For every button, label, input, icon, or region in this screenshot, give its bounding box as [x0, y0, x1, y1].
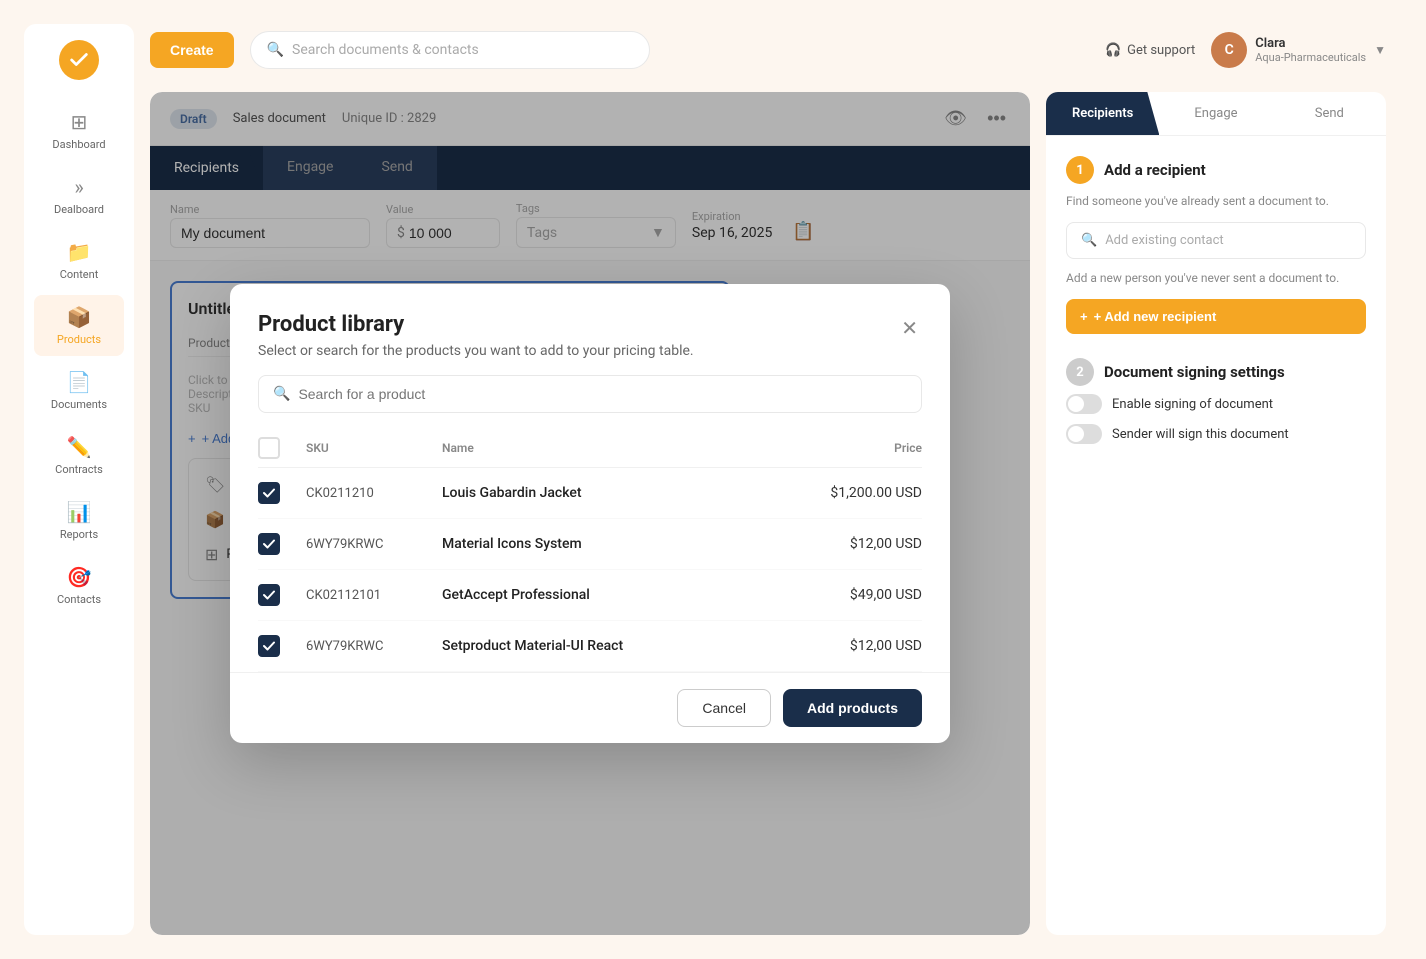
signing-title: Document signing settings — [1104, 363, 1285, 381]
sidebar-item-dashboard[interactable]: ⊞ Dashboard — [34, 100, 124, 161]
signing-settings-section: 2 Document signing settings Enable signi… — [1066, 358, 1366, 444]
row-checkbox-0[interactable] — [258, 482, 280, 504]
documents-icon: 📄 — [67, 370, 92, 394]
table-header-row: SKU Name Price — [258, 429, 922, 468]
modal-close-button[interactable]: ✕ — [897, 312, 922, 345]
row-sku-2: CK02112101 — [306, 588, 426, 603]
doc-main: Draft Sales document Unique ID : 2829 👁 … — [150, 92, 1030, 935]
plus-icon: + — [1080, 309, 1088, 324]
col-header-name: Name — [442, 441, 776, 455]
sender-sign-toggle[interactable] — [1066, 424, 1102, 444]
panel-tabs: Recipients Engage Send — [1046, 92, 1386, 136]
panel-tab-send[interactable]: Send — [1273, 92, 1386, 135]
main-content: Create 🔍 Search documents & contacts 🎧 G… — [134, 24, 1402, 935]
row-name-0: Louis Gabardin Jacket — [442, 485, 776, 501]
search-icon: 🔍 — [273, 386, 290, 402]
table-row: CK0211210 Louis Gabardin Jacket $1,200.0… — [258, 468, 922, 519]
panel-tab-recipients[interactable]: Recipients — [1046, 92, 1159, 135]
modal-search: 🔍 — [258, 375, 922, 413]
cancel-button[interactable]: Cancel — [677, 689, 771, 727]
sidebar-item-content[interactable]: 📁 Content — [34, 230, 124, 291]
new-recipient-desc: Add a new person you've never sent a doc… — [1066, 269, 1366, 287]
chevron-down-icon: ▼ — [1374, 43, 1386, 57]
row-sku-3: 6WY79KRWC — [306, 639, 426, 654]
sender-sign-row: Sender will sign this document — [1066, 424, 1366, 444]
user-details: Clara Aqua-Pharmaceuticals — [1255, 36, 1366, 64]
sidebar-item-dealboard[interactable]: » Dealboard — [34, 165, 124, 226]
app-logo[interactable] — [59, 40, 99, 80]
product-library-modal: Product library Select or search for the… — [230, 284, 950, 743]
add-recipient-section: 1 Add a recipient Find someone you've al… — [1066, 156, 1366, 334]
panel-tab-engage[interactable]: Engage — [1159, 92, 1272, 135]
topbar: Create 🔍 Search documents & contacts 🎧 G… — [150, 24, 1386, 76]
modal-subtitle: Select or search for the products you wa… — [258, 343, 694, 359]
sidebar: ⊞ Dashboard » Dealboard 📁 Content 📦 Prod… — [24, 24, 134, 935]
modal-table: SKU Name Price CK0211210 Louis Gabardin … — [230, 429, 950, 672]
row-sku-1: 6WY79KRWC — [306, 537, 426, 552]
row-price-3: $12,00 USD — [792, 638, 922, 654]
support-button[interactable]: 🎧 Get support — [1105, 43, 1195, 58]
user-menu[interactable]: C Clara Aqua-Pharmaceuticals ▼ — [1211, 32, 1386, 68]
dashboard-icon: ⊞ — [71, 110, 88, 134]
add-products-button[interactable]: Add products — [783, 689, 922, 727]
sidebar-item-reports[interactable]: 📊 Reports — [34, 490, 124, 551]
enable-signing-label: Enable signing of document — [1112, 397, 1273, 412]
search-icon: 🔍 — [1081, 233, 1097, 248]
search-icon: 🔍 — [267, 42, 284, 58]
contacts-icon: 🎯 — [67, 565, 92, 589]
create-button[interactable]: Create — [150, 32, 234, 68]
product-search-input[interactable] — [298, 386, 907, 402]
sidebar-item-documents[interactable]: 📄 Documents — [34, 360, 124, 421]
row-name-1: Material Icons System — [442, 536, 776, 552]
row-sku-0: CK0211210 — [306, 486, 426, 501]
enable-signing-toggle[interactable] — [1066, 394, 1102, 414]
signing-step-num: 2 — [1066, 358, 1094, 386]
col-header-price: Price — [792, 441, 922, 455]
content-icon: 📁 — [67, 240, 92, 264]
row-price-1: $12,00 USD — [792, 536, 922, 552]
row-name-2: GetAccept Professional — [442, 587, 776, 603]
right-panel: Recipients Engage Send 1 Add a recipient… — [1046, 92, 1386, 935]
products-icon: 📦 — [67, 305, 92, 329]
col-header-sku: SKU — [306, 441, 426, 455]
sidebar-item-contacts[interactable]: 🎯 Contacts — [34, 555, 124, 616]
sidebar-item-contracts[interactable]: ✏️ Contracts — [34, 425, 124, 486]
search-bar[interactable]: 🔍 Search documents & contacts — [250, 31, 650, 69]
add-recipient-header: 1 Add a recipient — [1066, 156, 1366, 184]
row-checkbox-3[interactable] — [258, 635, 280, 657]
dealboard-icon: » — [74, 175, 83, 199]
enable-signing-row: Enable signing of document — [1066, 394, 1366, 414]
reports-icon: 📊 — [67, 500, 92, 524]
table-row: CK02112101 GetAccept Professional $49,00… — [258, 570, 922, 621]
row-name-3: Setproduct Material-UI React — [442, 638, 776, 654]
add-new-recipient-button[interactable]: + + Add new recipient — [1066, 299, 1366, 334]
sidebar-item-products[interactable]: 📦 Products — [34, 295, 124, 356]
modal-footer: Cancel Add products — [230, 672, 950, 743]
table-row: 6WY79KRWC Setproduct Material-UI React $… — [258, 621, 922, 672]
row-checkbox-1[interactable] — [258, 533, 280, 555]
contact-search[interactable]: 🔍 Add existing contact — [1066, 222, 1366, 259]
modal-overlay: Product library Select or search for the… — [150, 92, 1030, 935]
row-price-2: $49,00 USD — [792, 587, 922, 603]
modal-title: Product library — [258, 312, 694, 337]
row-price-0: $1,200.00 USD — [792, 485, 922, 501]
doc-area: Draft Sales document Unique ID : 2829 👁 … — [150, 92, 1386, 935]
recipient-step-num: 1 — [1066, 156, 1094, 184]
table-row: 6WY79KRWC Material Icons System $12,00 U… — [258, 519, 922, 570]
panel-body: 1 Add a recipient Find someone you've al… — [1046, 136, 1386, 488]
avatar: C — [1211, 32, 1247, 68]
contracts-icon: ✏️ — [67, 435, 92, 459]
add-recipient-title: Add a recipient — [1104, 161, 1206, 179]
support-icon: 🎧 — [1105, 43, 1121, 58]
topbar-right: 🎧 Get support C Clara Aqua-Pharmaceutica… — [1105, 32, 1386, 68]
recipient-desc: Find someone you've already sent a docum… — [1066, 192, 1366, 210]
select-all-checkbox[interactable] — [258, 437, 280, 459]
product-rows: CK0211210 Louis Gabardin Jacket $1,200.0… — [258, 468, 922, 672]
sender-sign-label: Sender will sign this document — [1112, 427, 1289, 442]
row-checkbox-2[interactable] — [258, 584, 280, 606]
modal-header: Product library Select or search for the… — [230, 284, 950, 375]
signing-header: 2 Document signing settings — [1066, 358, 1366, 386]
